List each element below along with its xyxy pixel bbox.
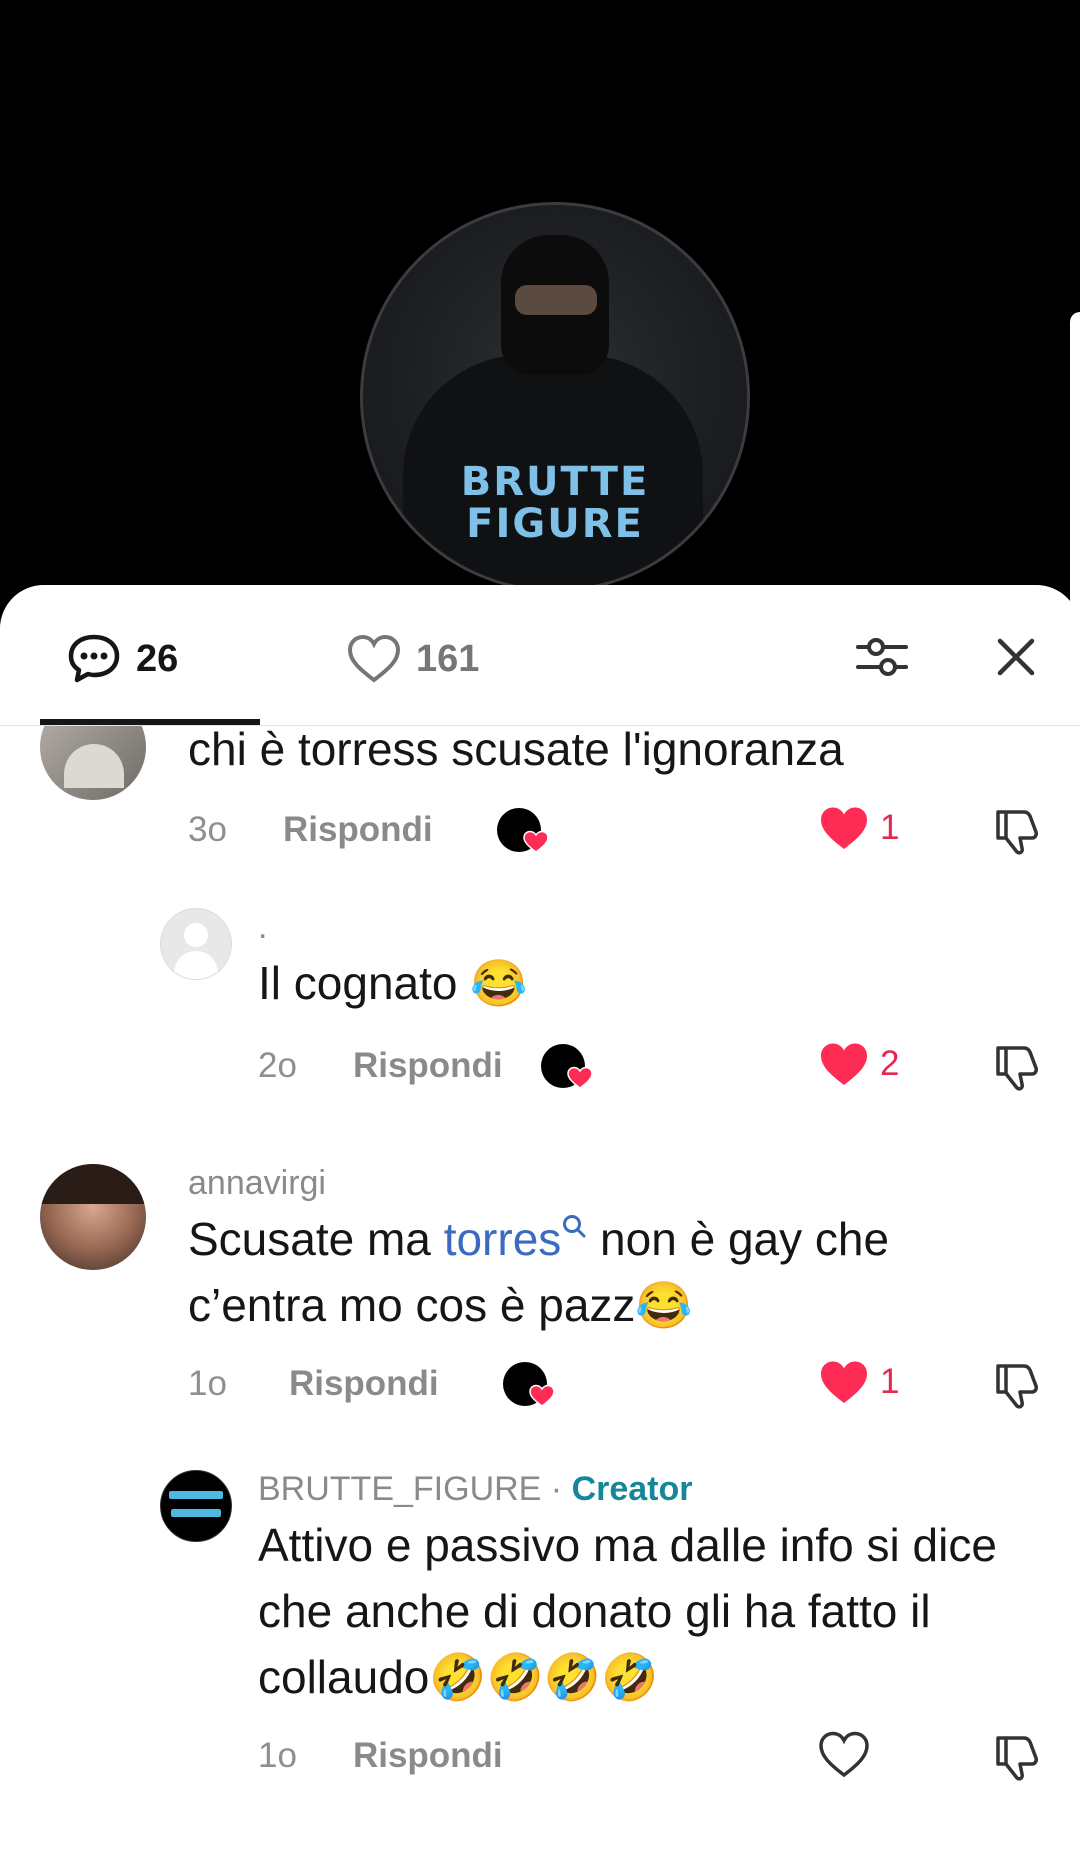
reply-button[interactable]: Rispondi [353,1046,503,1086]
close-button[interactable] [986,627,1046,687]
video-background[interactable]: BRUTTE FIGURE [0,0,1080,652]
comment-meta: 2o Rispondi [258,1036,593,1096]
creator-avatar[interactable] [160,1470,232,1542]
tab-comments[interactable]: 26 [66,631,178,687]
comment-username[interactable]: BRUTTE_FIGURE [258,1470,541,1508]
dislike-icon[interactable] [990,1732,1040,1782]
comment-text: Attivo e passivo ma dalle info si dice c… [258,1519,997,1703]
like-count: 1 [880,1362,900,1401]
hoodie-brand-line1: BRUTTE [460,459,650,505]
comment-item: annavirgi Scusate ma torres non è gay ch… [0,1164,1080,1464]
likes-count: 161 [416,637,480,680]
reply-item: BRUTTE_FIGURE · Creator Attivo e passivo… [0,1470,1080,1810]
comment-text: Il cognato 😂 [258,957,528,1009]
comment-meta: 1o Rispondi [258,1726,503,1786]
like-button[interactable]: 1 [818,1358,899,1406]
comments-sheet: 26 161 chi è torress scusate l'ignoranza… [0,585,1080,1865]
like-button[interactable]: 1 [818,804,899,852]
creator-liked-icon [502,1362,555,1407]
dislike-icon[interactable] [990,806,1040,856]
comment-text: Scusate ma torres non è gay che c’entra … [188,1206,1038,1338]
reply-button[interactable]: Rispondi [353,1736,503,1776]
search-icon[interactable] [561,1213,587,1239]
comments-list[interactable]: chi è torress scusate l'ignoranza 3o Ris… [0,726,1080,1865]
comment-age: 2o [258,1046,297,1085]
heart-filled-icon [821,1043,867,1085]
creator-liked-icon [496,808,549,853]
sheet-header: 26 161 [0,585,1080,726]
close-icon [997,638,1035,676]
comment-age: 1o [258,1736,297,1775]
comment-text-part: Scusate ma [188,1213,444,1265]
comments-count: 26 [136,637,179,680]
like-button[interactable]: 2 [818,1040,899,1088]
comment-meta: 1o Rispondi [188,1354,555,1414]
mention-text[interactable]: torres [444,1213,562,1265]
heart-outline-icon [819,1731,869,1778]
sliders-icon [856,638,908,676]
comment-username-line: BRUTTE_FIGURE · Creator [258,1470,693,1509]
like-button[interactable] [818,1730,880,1778]
reply-button[interactable]: Rispondi [289,1364,439,1404]
comment-text: chi è torress scusate l'ignoranza [188,726,844,775]
avatar[interactable] [40,726,146,800]
heart-filled-icon [821,807,867,849]
profile-photo: BRUTTE FIGURE [360,202,750,592]
heart-outline-icon [347,634,401,683]
like-count: 1 [880,808,900,847]
username-separator: · [541,1470,572,1508]
like-count: 2 [880,1044,900,1083]
hoodie-brand-line2: FIGURE [466,501,644,547]
comment-username[interactable]: annavirgi [188,1164,326,1203]
creator-badge: Creator [571,1470,693,1508]
balaclava-eyes [515,285,597,315]
reply-button[interactable]: Rispondi [283,810,433,850]
comment-username[interactable]: . [258,908,267,947]
avatar[interactable] [40,1164,146,1270]
comment-age: 3o [188,810,227,849]
creator-liked-icon [540,1044,593,1089]
heart-filled-icon [821,1361,867,1403]
comment-age: 1o [188,1364,227,1403]
avatar-default[interactable] [160,908,232,980]
comment-bubble-icon [68,634,120,683]
dislike-icon[interactable] [990,1360,1040,1410]
comment-meta: 3o Rispondi [188,800,549,860]
filter-button[interactable] [852,627,912,687]
mention-link[interactable]: torres [444,1213,588,1265]
active-tab-indicator [40,719,260,725]
comment-item: chi è torress scusate l'ignoranza 3o Ris… [0,726,1080,906]
tab-likes[interactable]: 161 [346,631,479,687]
dislike-icon[interactable] [990,1042,1040,1092]
reply-item: . Il cognato 😂 2o Rispondi 2 [0,908,1080,1138]
